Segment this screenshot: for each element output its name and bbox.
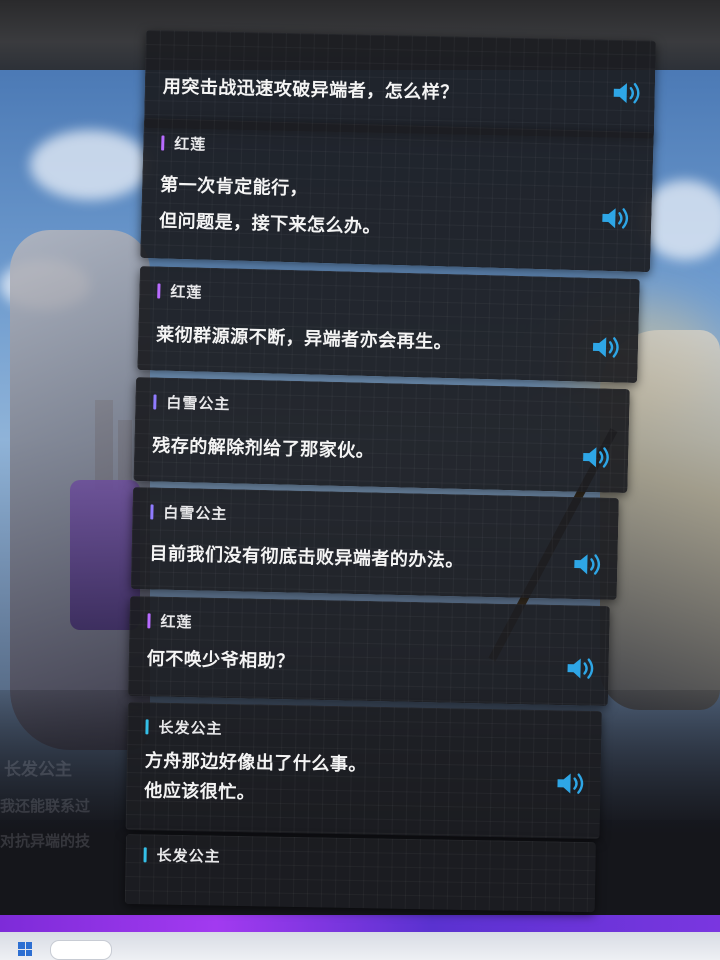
- dialog-entry: 红莲 莱彻群源源不断，异端者亦会再生。: [137, 266, 640, 384]
- speaker-row: 红莲: [157, 280, 203, 302]
- dialog-line: 第一次肯定能行，: [159, 174, 309, 200]
- speaker-name: 红莲: [170, 282, 203, 302]
- voice-play-button[interactable]: [590, 334, 625, 361]
- ghost-text: 我还能联系过: [0, 797, 91, 815]
- dialog-line: 何不唤少爷相助？: [146, 648, 295, 673]
- dialog-line: 用突击战迅速攻破异端者，怎么样？: [162, 76, 459, 104]
- voice-play-button[interactable]: [564, 655, 599, 682]
- speaker-volume-icon: [602, 208, 629, 229]
- windows-start-icon[interactable]: [18, 942, 32, 956]
- speaker-name: 长发公主: [158, 718, 223, 738]
- speaker-accent-bar: [145, 719, 149, 735]
- speaker-volume-icon: [557, 773, 584, 794]
- cloud: [30, 130, 150, 200]
- speaker-row: 红莲: [161, 132, 207, 154]
- speaker-name: 红莲: [160, 612, 193, 632]
- speaker-volume-icon: [574, 554, 601, 575]
- speaker-volume-icon: [567, 658, 594, 679]
- ghost-text: 长发公主: [4, 760, 72, 780]
- speaker-row: 红莲: [147, 610, 193, 632]
- speaker-accent-bar: [153, 394, 157, 410]
- speaker-volume-icon: [583, 447, 609, 468]
- dialog-line: 莱彻群源源不断，异端者亦会再生。: [155, 324, 453, 354]
- dialog-line: 方舟那边好像出了什么事。: [144, 750, 368, 776]
- speaker-row: 白雪公主: [150, 501, 228, 524]
- speaker-accent-bar: [157, 283, 161, 299]
- dialog-line: 他应该很忙。: [144, 780, 256, 804]
- dialog-line: 目前我们没有彻底击败异端者的办法。: [149, 543, 465, 572]
- dialog-entry: 红莲 何不唤少爷相助？: [127, 596, 610, 707]
- dialog-line: 但问题是，接下来怎么办。: [158, 210, 382, 238]
- dialog-entry: 红莲 第一次肯定能行， 但问题是，接下来怎么办。: [140, 118, 654, 273]
- speaker-row: 长发公主: [143, 844, 221, 866]
- dialog-line: 残存的解除剂给了那家伙。: [152, 435, 375, 462]
- voice-play-button[interactable]: [611, 80, 646, 107]
- speaker-accent-bar: [150, 504, 154, 520]
- speaker-name: 白雪公主: [163, 503, 228, 524]
- speaker-accent-bar: [143, 847, 147, 863]
- speaker-row: 白雪公主: [153, 391, 231, 414]
- dialog-entry: 长发公主: [124, 834, 596, 913]
- voice-play-button[interactable]: [580, 444, 615, 471]
- dialog-entry: 白雪公主 残存的解除剂给了那家伙。: [133, 377, 630, 494]
- speaker-accent-bar: [161, 135, 165, 151]
- taskbar-search[interactable]: [50, 940, 112, 960]
- speaker-name: 白雪公主: [166, 393, 231, 414]
- ghost-text: 对抗异端的技: [0, 832, 91, 850]
- speaker-volume-icon: [592, 337, 619, 358]
- speaker-name: 长发公主: [156, 846, 221, 866]
- speaker-row: 长发公主: [145, 716, 223, 738]
- dialog-entry: 白雪公主 目前我们没有彻底击败异端者的办法。: [130, 487, 619, 600]
- dialog-entry: 长发公主 方舟那边好像出了什么事。 他应该很忙。: [125, 702, 602, 840]
- speaker-name: 红莲: [174, 134, 207, 154]
- voice-play-button[interactable]: [554, 770, 588, 797]
- speaker-volume-icon: [613, 83, 640, 104]
- voice-play-button[interactable]: [599, 205, 634, 232]
- voice-play-button[interactable]: [571, 551, 606, 578]
- speaker-accent-bar: [147, 613, 151, 629]
